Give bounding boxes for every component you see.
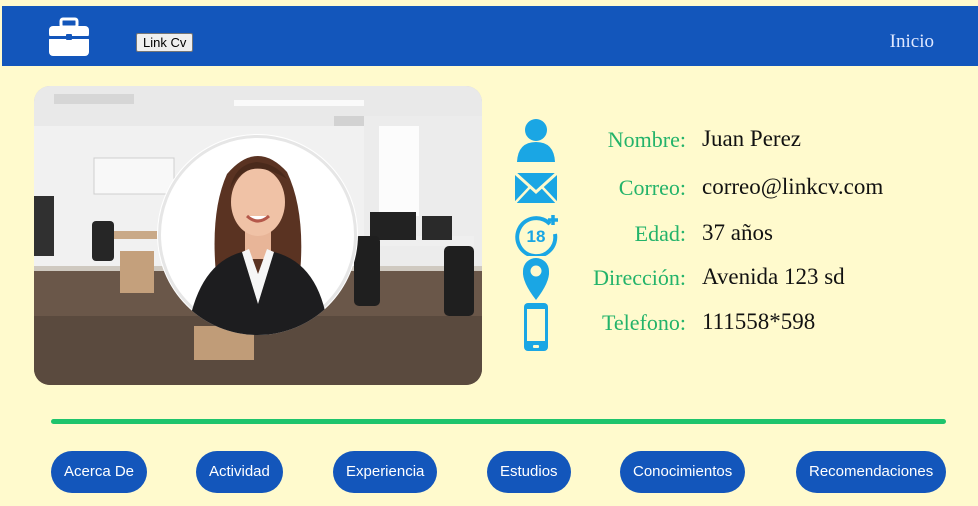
nav-inicio-link[interactable]: Inicio [890,31,934,53]
section-divider [51,419,946,424]
envelope-icon [513,171,559,204]
direccion-value: Avenida 123 sd [702,264,845,289]
telefono-label: Telefono: [602,310,686,335]
user-icon [517,119,555,162]
info-row-correo: Correo: correo@linkcv.com [512,166,932,210]
person-portrait [158,135,357,335]
svg-text:18: 18 [527,227,546,246]
tab-conocimientos[interactable]: Conocimientos [620,451,746,493]
edad-label: Edad: [634,221,686,246]
age-18-plus-icon: 18 [515,215,558,256]
link-cv-button[interactable]: Link Cv [136,33,194,52]
top-navbar: Link Cv Inicio [2,6,978,66]
nombre-label: Nombre: [607,127,686,152]
tab-acerca-de[interactable]: Acerca De [51,451,148,493]
tab-recomendaciones[interactable]: Recomendaciones [796,451,947,493]
info-row-edad: 18 Edad: 37 años [512,212,932,256]
nombre-value: Juan Perez [702,126,801,151]
tab-experiencia[interactable]: Experiencia [333,451,438,493]
info-row-nombre: Nombre: Juan Perez [512,118,932,162]
briefcase-icon[interactable] [47,16,91,58]
telefono-value: 111558*598 [702,309,816,334]
direccion-label: Dirección: [593,265,686,290]
edad-value: 37 años [702,220,773,245]
correo-value: correo@linkcv.com [702,174,884,199]
info-row-direccion: Dirección: Avenida 123 sd [512,256,932,300]
profile-avatar [157,134,358,335]
info-row-telefono: Telefono: 111558*598 [512,301,932,351]
tab-estudios[interactable]: Estudios [487,451,571,493]
mobile-phone-icon [524,303,548,351]
location-pin-icon [522,258,550,300]
correo-label: Correo: [618,175,686,200]
tab-actividad[interactable]: Actividad [196,451,283,493]
page: Link Cv Inicio Nombre: Juan Perez Correo… [0,0,978,506]
